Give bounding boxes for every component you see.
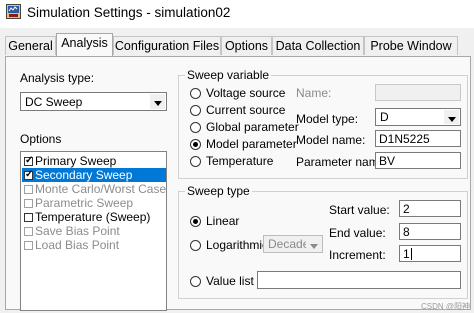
tab-general[interactable]: General	[5, 36, 56, 55]
model-type-value: D	[380, 110, 389, 124]
model-type-label: Model type:	[296, 112, 359, 126]
window-title: Simulation Settings - simulation02	[27, 5, 231, 20]
radio-voltage-source[interactable]	[190, 88, 201, 99]
global-parameter-label[interactable]: Global parameter	[206, 120, 299, 134]
name-input[interactable]	[375, 84, 461, 101]
option-label: Parametric Sweep	[35, 196, 134, 210]
checkbox-parametric-sweep[interactable]	[24, 199, 33, 208]
radio-current-source[interactable]	[190, 105, 201, 116]
model-name-input[interactable]: D1N5225	[375, 130, 461, 147]
title-bar: Simulation Settings - simulation02	[0, 0, 474, 28]
model-name-label: Model name:	[296, 133, 366, 147]
tab-configuration-files[interactable]: Configuration Files	[113, 36, 221, 55]
radio-temperature[interactable]	[190, 156, 201, 167]
option-parametric-sweep[interactable]: Parametric Sweep	[22, 196, 166, 210]
analysis-type-label: Analysis type:	[20, 71, 95, 85]
tab-options[interactable]: Options	[221, 36, 272, 55]
tab-data-collection[interactable]: Data Collection	[272, 36, 364, 55]
logarithmic-label[interactable]: Logarithmic	[206, 238, 268, 252]
option-label: Primary Sweep	[35, 154, 117, 168]
log-scale-select[interactable]: Decade	[263, 235, 323, 253]
radio-value-list[interactable]	[190, 276, 201, 287]
chevron-down-icon[interactable]	[150, 94, 165, 109]
options-list[interactable]: Primary Sweep Secondary Sweep Monte Carl…	[20, 151, 167, 311]
voltage-source-label[interactable]: Voltage source	[206, 86, 285, 100]
increment-text: 1	[403, 247, 410, 261]
option-primary-sweep[interactable]: Primary Sweep	[22, 154, 166, 168]
end-value-input[interactable]: 8	[399, 223, 461, 240]
start-value: 2	[403, 202, 410, 216]
chevron-down-icon[interactable]	[306, 237, 321, 251]
analysis-panel: Analysis type: DC Sweep Options Primary …	[5, 56, 471, 311]
sweep-type-group: Sweep type Linear Logarithmic Decade Val…	[178, 184, 468, 299]
analysis-type-select[interactable]: DC Sweep	[20, 92, 167, 111]
analysis-type-value: DC Sweep	[25, 95, 83, 109]
text-cursor	[410, 248, 412, 260]
option-monte-carlo[interactable]: Monte Carlo/Worst Case	[22, 182, 166, 196]
checkbox-load-bias-point[interactable]	[24, 241, 33, 250]
checkbox-save-bias-point[interactable]	[24, 227, 33, 236]
option-label: Temperature (Sweep)	[35, 210, 151, 224]
increment-label: Increment:	[329, 248, 386, 262]
app-icon	[6, 4, 21, 19]
temperature-label[interactable]: Temperature	[206, 154, 273, 168]
model-type-select[interactable]: D	[375, 108, 461, 126]
value-list-label[interactable]: Value list	[206, 274, 254, 288]
log-scale-value: Decade	[268, 237, 310, 251]
options-label: Options	[20, 132, 62, 146]
option-save-bias-point[interactable]: Save Bias Point	[22, 224, 166, 238]
tab-probe-window[interactable]: Probe Window	[364, 36, 458, 55]
sweep-type-title: Sweep type	[185, 184, 252, 198]
parameter-name-value: BV	[379, 154, 396, 168]
start-value-label: Start value:	[329, 203, 390, 217]
checkbox-primary-sweep[interactable]	[24, 154, 33, 168]
sweep-variable-group: Sweep variable Voltage source Current so…	[178, 68, 468, 179]
radio-global-parameter[interactable]	[190, 122, 201, 133]
sweep-variable-title: Sweep variable	[185, 68, 272, 82]
option-label: Secondary Sweep	[35, 168, 133, 182]
option-label: Load Bias Point	[35, 238, 120, 252]
increment-value: 1	[403, 247, 412, 261]
option-secondary-sweep[interactable]: Secondary Sweep	[22, 168, 166, 182]
end-value: 8	[403, 225, 410, 239]
model-name-value: D1N5225	[379, 132, 430, 146]
tab-analysis[interactable]: Analysis	[56, 33, 113, 56]
radio-model-parameter[interactable]	[190, 139, 201, 150]
name-label: Name:	[296, 86, 332, 100]
model-parameter-label[interactable]: Model parameter	[206, 137, 297, 151]
checkbox-temperature-sweep[interactable]	[24, 213, 33, 222]
option-label: Save Bias Point	[35, 224, 120, 238]
option-label: Monte Carlo/Worst Case	[35, 182, 167, 196]
checkbox-secondary-sweep[interactable]	[24, 168, 33, 182]
checkbox-monte-carlo[interactable]	[24, 185, 33, 194]
option-temperature-sweep[interactable]: Temperature (Sweep)	[22, 210, 166, 224]
start-value-input[interactable]: 2	[399, 200, 461, 217]
linear-label[interactable]: Linear	[206, 214, 239, 228]
chevron-down-icon[interactable]	[444, 110, 459, 124]
value-list-input[interactable]	[257, 271, 461, 289]
option-load-bias-point[interactable]: Load Bias Point	[22, 238, 166, 252]
end-value-label: End value:	[329, 226, 386, 240]
parameter-name-input[interactable]: BV	[375, 152, 461, 169]
watermark: CSDN @阳神	[420, 302, 470, 311]
radio-linear[interactable]	[190, 216, 201, 227]
tab-strip: General Analysis Configuration Files Opt…	[5, 33, 471, 56]
radio-logarithmic[interactable]	[190, 240, 201, 251]
increment-input[interactable]: 1	[399, 245, 461, 262]
current-source-label[interactable]: Current source	[206, 103, 285, 117]
